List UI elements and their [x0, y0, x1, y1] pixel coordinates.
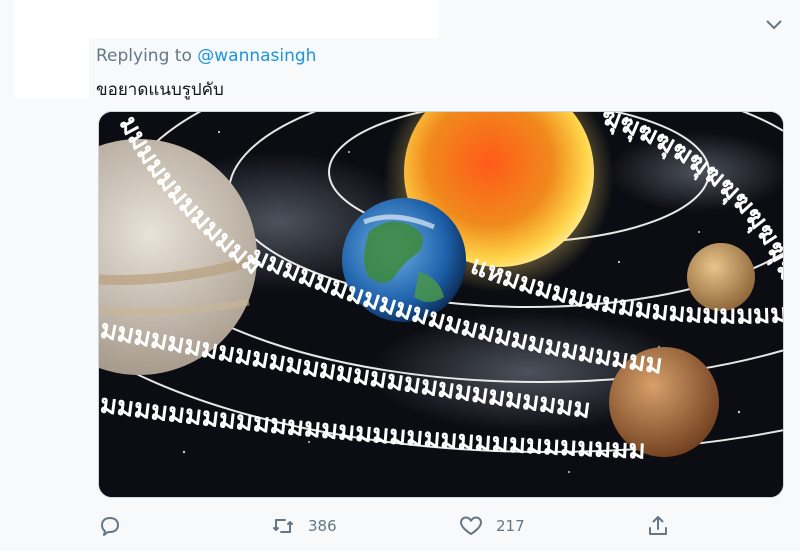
solar-system-image: ฆุฆุฆฆุฆฆุฆฆุฆฆุฆฆุฆฆุฆฆุฆ แหมมมมมมมมมมม… [99, 112, 783, 497]
heart-icon [458, 514, 484, 538]
retweet-count: 386 [308, 517, 337, 535]
like-count: 217 [496, 517, 525, 535]
share-button[interactable] [646, 511, 670, 541]
tweet-actions: 386 217 [98, 511, 698, 541]
retweet-button[interactable]: 386 [270, 511, 337, 541]
reply-button[interactable] [98, 511, 134, 541]
tweet-image[interactable]: ฆุฆุฆฆุฆฆุฆฆุฆฆุฆฆุฆฆุฆฆุฆ แหมมมมมมมมมมม… [98, 111, 784, 498]
reply-handle-link[interactable]: @wannasingh [197, 46, 316, 66]
replying-to-label: Replying to [96, 46, 192, 66]
replying-to-line: Replying to @wannasingh [96, 46, 316, 66]
reply-icon [98, 514, 122, 538]
tweet-text: ขอยาดแนบรูปคับ [96, 80, 224, 100]
retweet-icon [270, 514, 296, 538]
redacted-avatar-area [14, 38, 89, 98]
redacted-header-area [14, 0, 439, 38]
share-icon [646, 514, 670, 538]
like-button[interactable]: 217 [458, 511, 525, 541]
chevron-down-icon[interactable] [762, 12, 786, 36]
